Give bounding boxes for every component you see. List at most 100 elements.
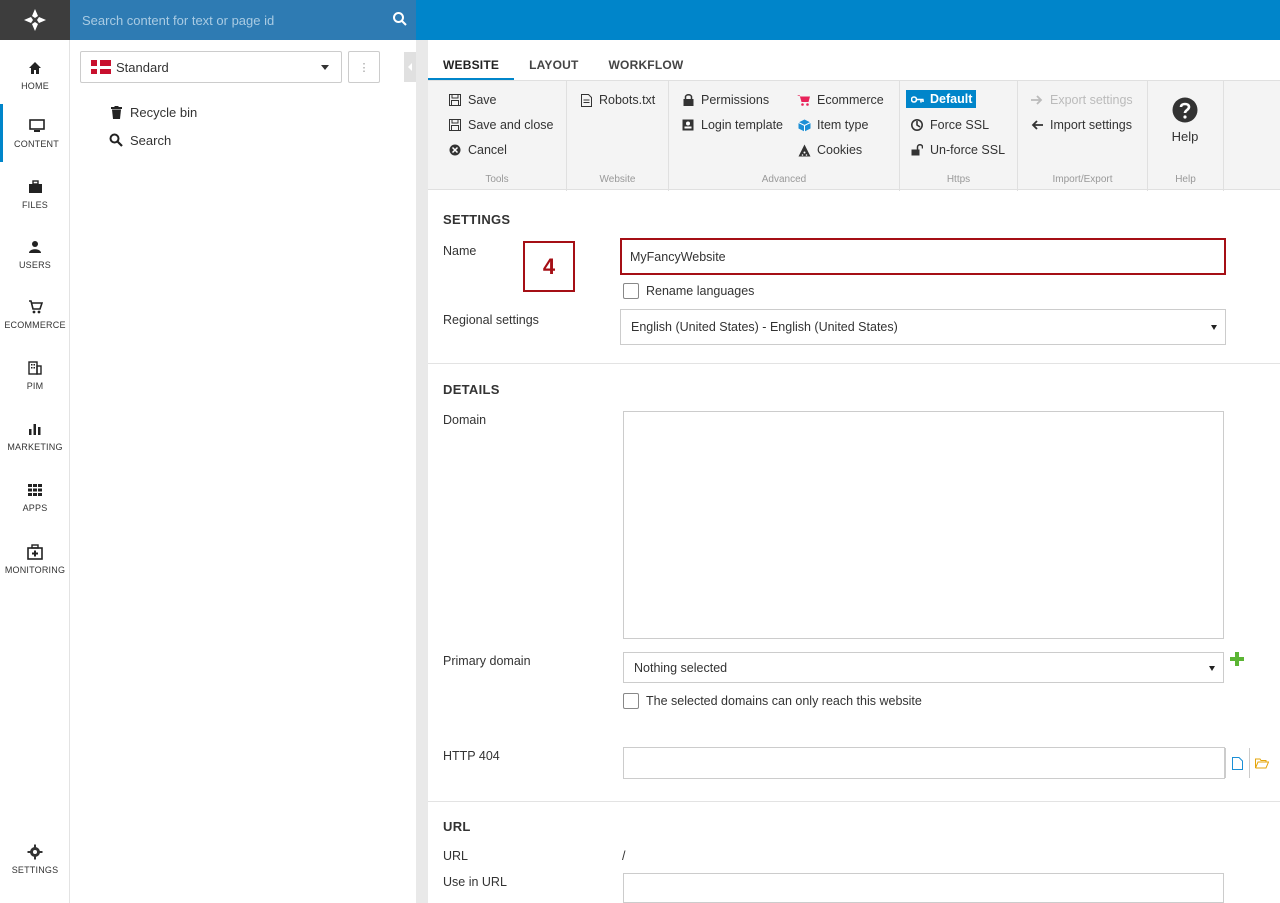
rename-languages-checkbox[interactable] <box>623 283 639 299</box>
search-input[interactable] <box>70 12 380 28</box>
folder-open-icon <box>1254 758 1269 768</box>
nav-home[interactable]: HOME <box>0 46 70 104</box>
nav-users-label: USERS <box>18 260 51 270</box>
trash-icon <box>110 105 122 119</box>
tab-website[interactable]: WEBSITE <box>428 50 515 80</box>
rename-languages-label: Rename languages <box>646 284 755 298</box>
cube-icon <box>797 119 811 131</box>
unforce-ssl-button[interactable]: Un-force SSL <box>910 143 1005 157</box>
nav-content-label: CONTENT <box>14 139 59 149</box>
domain-label: Domain <box>443 413 487 427</box>
tree-item-search[interactable]: Search <box>108 132 171 148</box>
search-icon[interactable] <box>392 11 408 27</box>
unforce-ssl-label: Un-force SSL <box>930 143 1006 157</box>
ribbon-group-advanced: Permissions Login template Ecommerce Ite… <box>669 81 900 191</box>
cookies-label: Cookies <box>817 143 863 157</box>
login-template-button[interactable]: Login template <box>681 118 783 132</box>
use-in-url-input[interactable] <box>623 873 1224 903</box>
save-and-close-button[interactable]: Save and close <box>448 118 553 132</box>
unlock-icon <box>911 144 923 156</box>
group-title-tools: Tools <box>485 174 509 185</box>
monitor-icon <box>28 119 45 132</box>
force-ssl-button[interactable]: Force SSL <box>910 118 989 132</box>
import-settings-label: Import settings <box>1050 118 1132 132</box>
regional-settings-label: Regional settings <box>443 313 539 327</box>
arrow-left-icon <box>1031 120 1043 130</box>
tree-item-recycle-bin[interactable]: Recycle bin <box>108 104 197 120</box>
nav-monitoring[interactable]: MONITORING <box>0 530 70 588</box>
permissions-button[interactable]: Permissions <box>681 93 769 107</box>
name-input[interactable]: MyFancyWebsite <box>620 238 1226 275</box>
search-icon <box>109 133 123 147</box>
add-domain-plus-icon[interactable] <box>1230 652 1244 666</box>
primary-domain-select[interactable]: Nothing selected <box>623 652 1224 683</box>
nav-files-label: FILES <box>21 200 48 210</box>
logo-icon <box>24 9 46 31</box>
settings-section-title: SETTINGS <box>443 212 511 227</box>
tab-workflow[interactable]: WORKFLOW <box>594 50 699 80</box>
name-label: Name <box>443 244 477 258</box>
nav-users[interactable]: USERS <box>0 225 70 283</box>
user-icon <box>29 241 41 253</box>
nav-settings[interactable]: SETTINGS <box>0 830 70 888</box>
nav-monitoring-label: MONITORING <box>4 565 66 575</box>
step-badge: 4 <box>523 241 575 292</box>
nav-apps[interactable]: APPS <box>0 468 70 526</box>
only-reach-row[interactable]: The selected domains can only reach this… <box>623 693 922 709</box>
nav-settings-label: SETTINGS <box>11 865 59 875</box>
global-search <box>70 0 416 40</box>
nav-ecommerce[interactable]: ECOMMERCE <box>0 285 70 343</box>
robots-txt-button[interactable]: Robots.txt <box>579 93 655 107</box>
cancel-button[interactable]: Cancel <box>448 143 507 157</box>
nav-marketing-label: MARKETING <box>7 442 63 452</box>
rename-languages-row[interactable]: Rename languages <box>623 283 754 299</box>
panel-divider[interactable] <box>416 40 428 903</box>
regional-settings-value: English (United States) - English (Unite… <box>631 320 898 334</box>
floppy-icon <box>449 119 461 131</box>
nav-marketing[interactable]: MARKETING <box>0 407 70 465</box>
medkit-icon <box>27 544 43 560</box>
item-type-button[interactable]: Item type <box>797 118 868 132</box>
primary-domain-value: Nothing selected <box>634 660 728 675</box>
only-reach-checkbox[interactable] <box>623 693 639 709</box>
area-select[interactable]: Standard <box>80 51 342 83</box>
bar-chart-icon <box>29 424 41 435</box>
domain-textarea[interactable] <box>623 411 1224 639</box>
question-circle-icon <box>1172 97 1198 123</box>
save-button[interactable]: Save <box>448 93 497 107</box>
item-type-label: Item type <box>817 118 869 132</box>
http404-folder-button[interactable] <box>1249 748 1273 778</box>
import-settings-button[interactable]: Import settings <box>1030 118 1132 132</box>
ribbon-toolbar: Save Save and close Cancel Tools Robots.… <box>428 80 1280 191</box>
help-label: Help <box>1171 129 1199 144</box>
https-default-button[interactable]: Default <box>906 90 977 108</box>
app-logo[interactable] <box>0 0 70 40</box>
url-value: / <box>622 849 626 863</box>
tab-layout[interactable]: LAYOUT <box>514 50 593 80</box>
http404-page-button[interactable] <box>1225 748 1249 778</box>
regional-settings-select[interactable]: English (United States) - English (Unite… <box>620 309 1226 345</box>
nav-files[interactable]: FILES <box>0 165 70 223</box>
section-divider <box>428 801 1280 802</box>
export-settings-label: Export settings <box>1050 93 1133 107</box>
ecommerce-button[interactable]: Ecommerce <box>797 93 884 107</box>
help-button[interactable]: Help <box>1148 85 1222 144</box>
http404-input[interactable] <box>623 747 1225 779</box>
cart-icon <box>797 95 810 106</box>
home-icon <box>29 62 41 74</box>
cookie-icon <box>798 144 810 156</box>
login-template-label: Login template <box>701 118 784 132</box>
save-label: Save <box>468 93 497 107</box>
nav-content[interactable]: CONTENT <box>0 104 70 162</box>
section-divider <box>428 363 1280 364</box>
https-default-label: Default <box>930 92 973 106</box>
cookies-button[interactable]: Cookies <box>797 143 862 157</box>
floppy-icon <box>449 94 461 106</box>
export-settings-button[interactable]: Export settings <box>1030 93 1133 107</box>
tree-options-button[interactable]: ⋮ <box>348 51 380 83</box>
nav-pim[interactable]: PIM <box>0 346 70 404</box>
arrow-right-icon <box>1031 95 1043 105</box>
collapse-panel-button[interactable] <box>404 52 416 82</box>
briefcase-icon <box>28 180 42 193</box>
nav-apps-label: APPS <box>22 503 48 513</box>
